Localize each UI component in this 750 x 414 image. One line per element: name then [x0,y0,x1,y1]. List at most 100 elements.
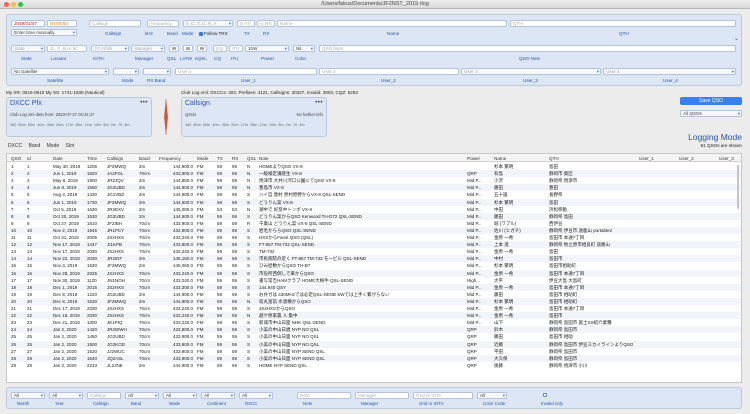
table-row[interactable]: 28 28 Jan 2, 2020 1540 JQ2ASL 70cm 433,900.0 FM… [7,354,741,362]
tx-input[interactable]: tx TX [237,20,255,27]
column-header-tx[interactable]: TX [217,156,223,161]
table-row[interactable]: 20 20 Dec 8, 2019 1530 JF2MWQ 2m 144,900.0 FM 59… [7,297,741,305]
column-header-name[interactable]: Name [494,156,506,161]
table-row[interactable]: 19 19 Dec 8, 2019 1220 JG2UBD 2m 144,900.0 FM 59… [7,291,741,298]
column-header-qso[interactable]: QSO [11,156,21,161]
table-row[interactable]: 10 10 Nov 2, 2019 1945 JR1PCY 70cm 432,900.0 FM… [7,226,741,234]
time-mode-select[interactable]: Enter time manually [11,29,77,36]
table-row[interactable]: 16 16 Nov 28, 2019 2025 JS2HXS 70cm 433,240.0 F… [7,269,741,277]
color-select[interactable]: Nil [293,45,315,52]
table-row[interactable]: 8 8 Oct 20, 2019 1530 JG2UBD 2m 144,900.0 FM 59 5… [7,212,741,220]
column-header-note[interactable]: Note [259,156,269,161]
table-row[interactable]: 15 15 Nov 3, 2019 1630 JF2MWQ 2m 145,060.0 FM 59… [7,262,741,269]
column-header-user3[interactable]: User_3 [719,156,734,161]
frequency-input[interactable]: Frequency [147,20,179,27]
table-row[interactable]: 21 21 Dec 17, 2019 2030 JS2HXS 70cm 433,240.0 F… [7,305,741,312]
table-row[interactable]: 27 27 Jan 2, 2020 1520 JJ2WUC 70cm 433,900.0 FM… [7,348,741,355]
scrollbar-thumb[interactable] [737,165,739,209]
month-filter-select[interactable]: All [11,392,45,399]
column-header-qsl[interactable]: QSL [247,156,256,161]
table-row[interactable]: 12 12 Nov 17, 2019 1447 JI1KPB 70cm 433,900.0 F… [7,241,741,249]
satellite-select[interactable]: No Satellite [11,68,109,75]
year-filter-select[interactable]: All [49,392,83,399]
tab-band[interactable]: Band [29,143,41,149]
table-row[interactable]: 6 6 Jun 1, 2019 1730 JF2MWQ 2m 144,900.0 FM 59 59… [7,198,741,206]
note-filter-input[interactable]: Note [297,392,351,399]
rx-band-select[interactable] [143,68,171,75]
table-row[interactable]: 2 2 Jun 1, 2019 1820 JA2FGL 70cm 433,900.0 FM 59… [7,170,741,178]
state-select[interactable]: State [11,45,45,52]
invalid-only-checkbox[interactable] [543,392,548,397]
mode-filter-select[interactable]: All [163,392,197,399]
column-header-user2[interactable]: User_2 [679,156,694,161]
column-header-time[interactable]: Time [87,156,97,161]
more-icon[interactable]: ••• [140,100,148,106]
column-header-date[interactable]: Date [53,156,63,161]
qso-filter-select[interactable]: All QSOs [680,110,742,117]
table-row[interactable]: 4 4 Jun 8, 2019 1550 JG2UBD 2m 144,900.0 FM 59 59… [7,184,741,192]
table-row[interactable]: 11 11 Oct 31, 2019 2005 JS2HXS 70cm 433,240.0 F… [7,234,741,241]
grid-iota-filter-input[interactable]: Grid or IOTA [413,392,473,399]
table-row[interactable]: 7 7 Oct 5, 2019 1630 JR2EXV 2m 145,000.0 FM 53 53… [7,206,741,213]
user2-input[interactable]: User 2 [319,68,459,75]
date-field[interactable]: 2019/01/07 [11,20,45,27]
locator-input[interactable]: JL, K, B or 6C [47,45,87,52]
table-row[interactable]: 17 17 Nov 30, 2019 1120 JN1NOH 70cm 433,240.0 F… [7,277,741,284]
table-row[interactable]: 29 29 Jan 2, 2020 2233 JL2JNE 2m 144,900.0 FM 59… [7,362,741,369]
iota-select[interactable]: CC-NNN [91,45,129,52]
table-row[interactable]: 23 23 Dec 21, 2019 1300 JE1PIQ 70cm 433,240.0 F… [7,319,741,326]
table-row[interactable]: 13 13 Nov 17, 2019 2030 JS2HXS 70cm 433,240.0 F… [7,248,741,255]
follow-trx-checkbox[interactable]: Follow TRX [199,31,228,36]
qsl-button[interactable]: W [169,45,179,52]
user3-select[interactable]: User 3 [461,68,601,75]
itu-input[interactable]: ITU [229,45,243,52]
column-header-frequency[interactable]: Frequency [159,156,181,161]
power-select[interactable]: 10W [245,45,289,52]
time-field[interactable]: 04:04:50 [47,20,77,27]
table-row[interactable]: 18 18 Dec 1, 2019 2015 JS2HXS 70cm 433,300.0 FM… [7,283,741,291]
column-header-power[interactable]: Power [467,156,480,161]
qso-note-input[interactable]: QSO Note [319,45,736,52]
table-row[interactable]: 3 3 May 6, 2019 1900 JR2JQV 2m 144,850.0 FM 59 59… [7,177,741,184]
column-header-rx[interactable]: RX [232,156,238,161]
tab-slot[interactable]: Slot [66,143,75,149]
tab-dxcc[interactable]: DXCC [8,143,22,149]
table-row[interactable]: 14 14 Nov 22, 2019 2030 JR2INT 2m 145,160.0 FM 5… [7,255,741,263]
column-header-mode[interactable]: Mode [197,156,209,161]
continent-filter-select[interactable]: All [201,392,235,399]
band-select[interactable]: 0..C..T..C..R..Y [183,20,233,27]
rx-input[interactable]: rx RX [257,20,275,27]
column-header-qth[interactable]: QTH [549,156,559,161]
column-header-band[interactable]: Band [139,156,150,161]
column-header-id[interactable]: Id [27,156,31,161]
table-row[interactable]: 5 5 Aug 3, 2019 1430 JG1VBZ 2m 144,900.0 FM 59 59… [7,191,741,198]
name-input[interactable]: Name [277,20,507,27]
user1-input[interactable]: User 1 [175,68,317,75]
user4-select[interactable]: User 4 [603,68,736,75]
column-header-user1[interactable]: User_1 [639,156,654,161]
band-filter-select[interactable]: All [125,392,159,399]
eqsl-button[interactable]: W [197,45,207,52]
table-scrollbar[interactable] [736,163,740,382]
expand-chevron-icon[interactable]: ⌄ [734,35,739,42]
qth-input[interactable]: QTH [510,20,736,27]
table-row[interactable]: 24 24 Jan 2, 2020 1420 JR2WWH 70cm 433,900.0 FM… [7,326,741,334]
sat-mode-select[interactable] [113,68,139,75]
table-row[interactable]: 9 9 Oct 27, 2019 1610 JF2IBH 70cm 433,900.0 FM 5… [7,220,741,227]
more-icon[interactable]: ••• [315,100,323,106]
manager-select[interactable]: Manager [131,45,165,52]
callsign-filter-input[interactable]: Callsign [87,392,121,399]
cq-input[interactable]: CQ [213,45,227,52]
dxcc-filter-select[interactable]: All [239,392,273,399]
manager-filter-input[interactable]: Manager [355,392,409,399]
callsign-input[interactable]: Callsign [89,20,141,27]
tab-mode[interactable]: Mode [47,143,60,149]
column-header-callsign[interactable]: Callsign [107,156,123,161]
table-row[interactable]: 1 1 May 30, 2019 1206 JF2MWQ 2m 144,900.0 FM 59 5… [7,163,741,170]
save-qso-button[interactable]: Save QSO [680,97,742,105]
table-row[interactable]: 25 25 Jan 2, 2020 1450 JG2UBD 70cm 433,900.0 FM… [7,333,741,340]
color-code-filter-select[interactable]: All [477,392,507,399]
table-row[interactable]: 26 26 Jan 2, 2020 1500 JG2KOD 70cm 433,900.0 FM… [7,340,741,348]
table-row[interactable]: 22 22 Dec 18, 2019 2030 JS2HXS 70cm 433,240.0 F… [7,312,741,320]
lotw-button[interactable]: W [183,45,193,52]
